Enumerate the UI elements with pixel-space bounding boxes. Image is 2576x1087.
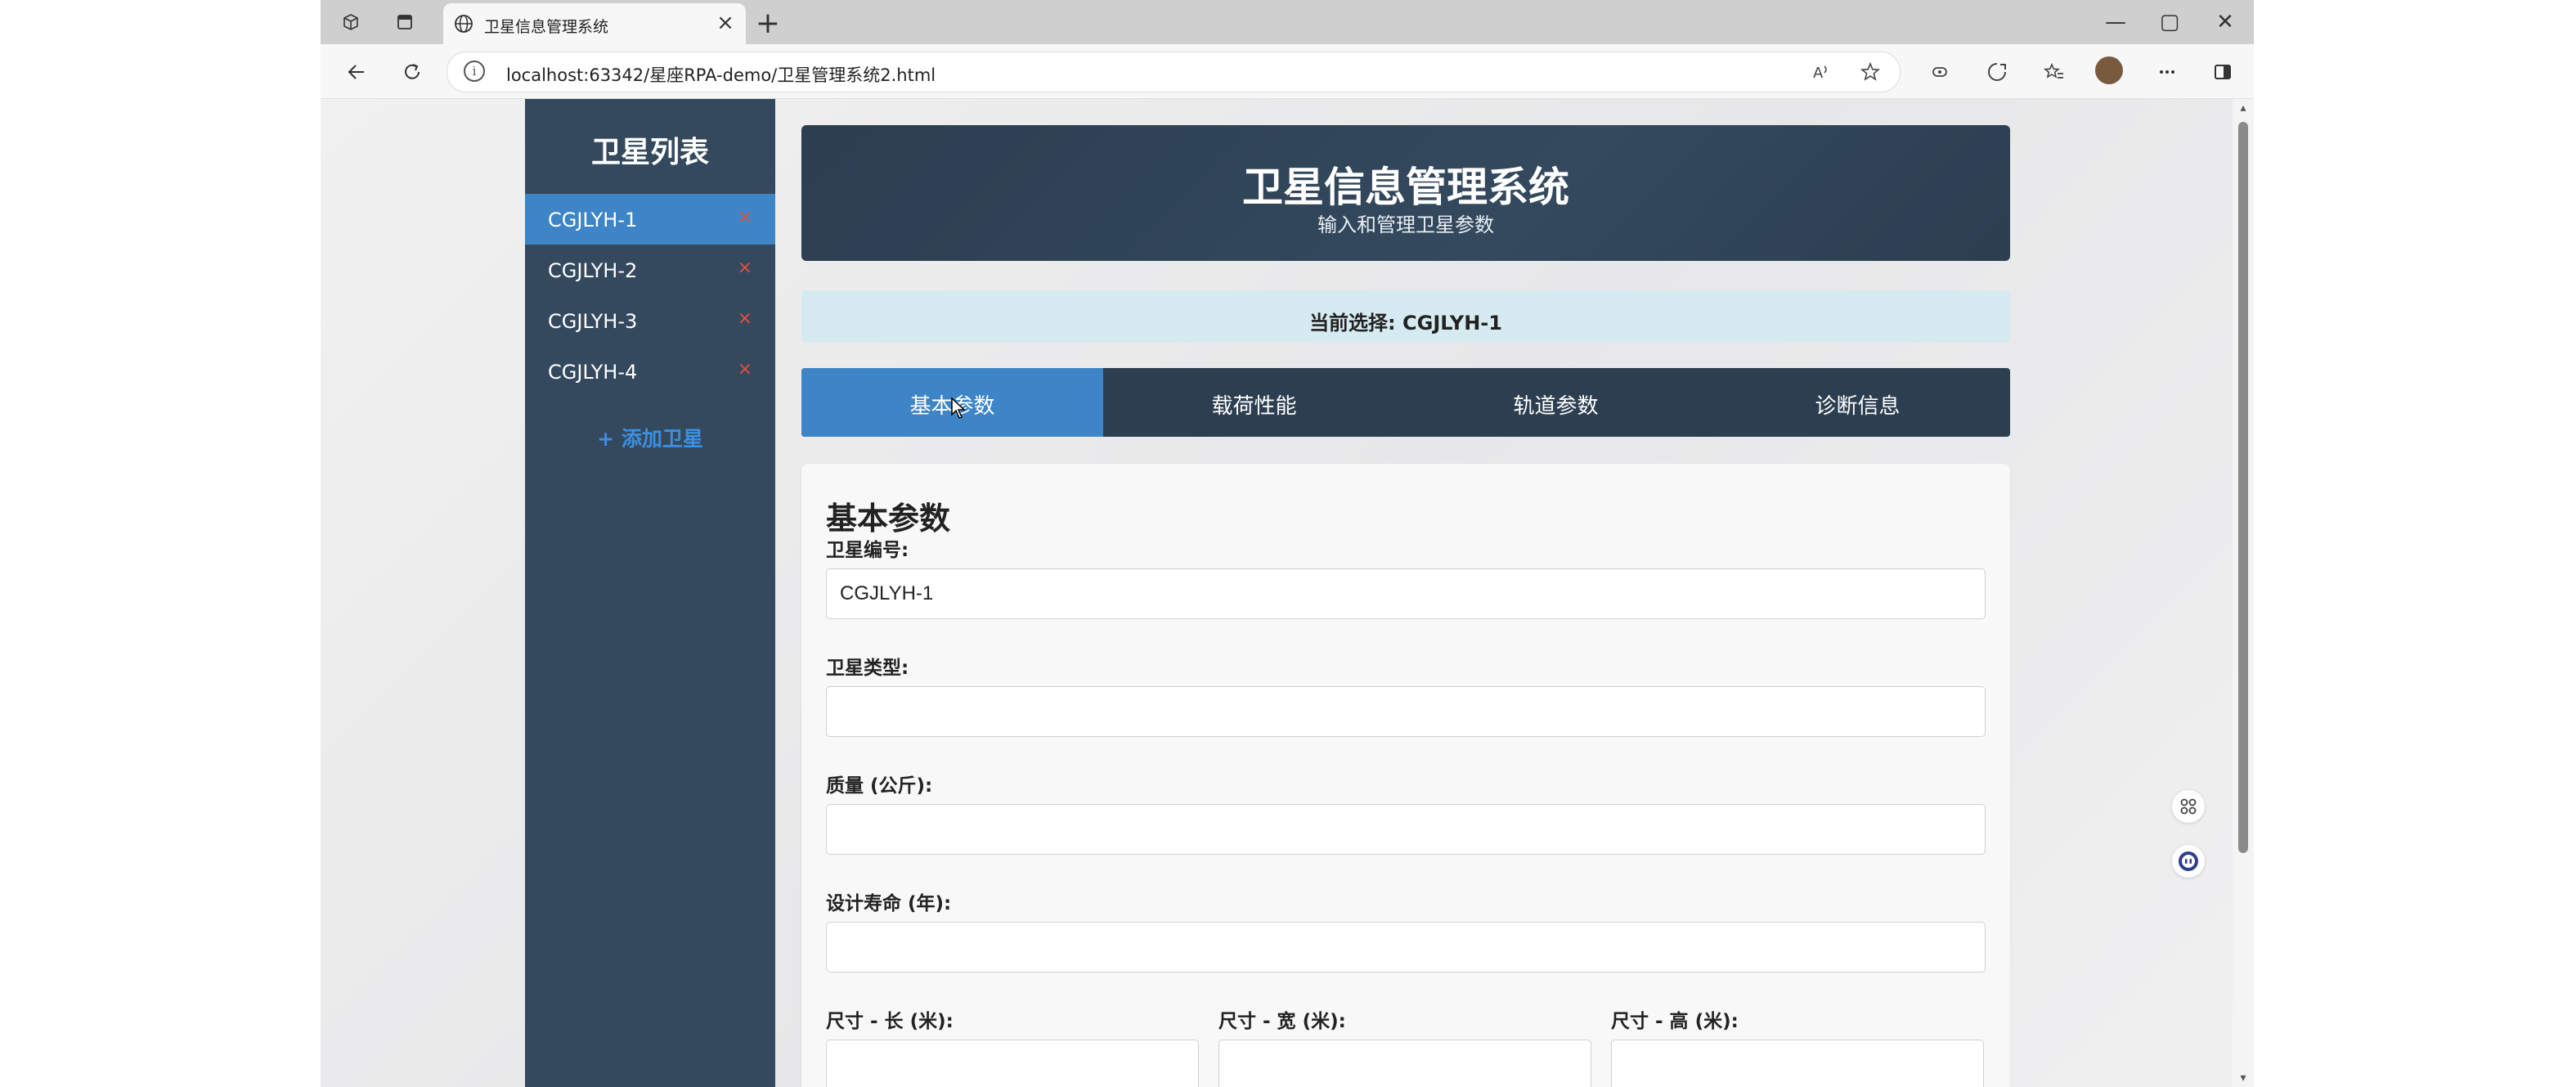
workspaces-icon[interactable] — [337, 8, 365, 36]
satellite-id-input[interactable] — [826, 568, 1986, 619]
sidebar-item-cgjlyh-2[interactable]: CGJLYH-2 × — [525, 245, 775, 295]
url-text[interactable]: localhost:63342/星座RPA-demo/卫星管理系统2.html — [506, 62, 936, 87]
browser-essentials-icon[interactable] — [1979, 54, 2015, 90]
length-input[interactable] — [826, 1040, 1199, 1087]
param-tabs: 基本参数 载荷性能 轨道参数 诊断信息 — [801, 368, 2010, 437]
extension-icon[interactable] — [1922, 54, 1958, 90]
tab-strip: 卫星信息管理系统 × + — ▢ ✕ — [321, 0, 2254, 44]
close-window-button[interactable]: ✕ — [2197, 0, 2254, 44]
browser-tab[interactable]: 卫星信息管理系统 × — [443, 3, 746, 44]
tab-actions-icon[interactable] — [391, 8, 419, 36]
scroll-down-icon[interactable]: ▾ — [2237, 1072, 2249, 1084]
length-label: 尺寸 - 长 (米): — [826, 1011, 954, 1032]
svg-text:A: A — [1813, 65, 1824, 82]
height-input[interactable] — [1611, 1040, 1984, 1087]
delete-satellite-button[interactable]: × — [738, 207, 752, 227]
profile-avatar[interactable] — [2095, 56, 2123, 84]
address-bar[interactable]: i localhost:63342/星座RPA-demo/卫星管理系统2.htm… — [447, 52, 1901, 92]
sidebar-item-label: CGJLYH-4 — [548, 361, 638, 384]
tab-title: 卫星信息管理系统 — [484, 18, 609, 36]
favorites-bar-icon[interactable] — [2036, 54, 2072, 90]
mass-input[interactable] — [826, 804, 1986, 855]
satellite-type-label: 卫星类型: — [826, 658, 909, 679]
browser-toolbar: i localhost:63342/星座RPA-demo/卫星管理系统2.htm… — [321, 44, 2254, 99]
height-label: 尺寸 - 高 (米): — [1611, 1011, 1739, 1032]
page-header: 卫星信息管理系统 输入和管理卫星参数 — [801, 125, 2010, 261]
tab-orbit-params[interactable]: 轨道参数 — [1405, 368, 1707, 437]
scroll-up-icon[interactable]: ▴ — [2237, 102, 2249, 114]
sidebar-item-label: CGJLYH-1 — [548, 209, 638, 231]
assistant-icon[interactable] — [2172, 845, 2205, 878]
page-viewport: 卫星列表 CGJLYH-1 × CGJLYH-2 × CGJLYH-3 × CG… — [321, 99, 2254, 1087]
add-satellite-button[interactable]: + 添加卫星 — [525, 423, 775, 452]
width-input[interactable] — [1218, 1040, 1591, 1087]
page-subtitle: 输入和管理卫星参数 — [1317, 213, 1494, 236]
satellite-sidebar: 卫星列表 CGJLYH-1 × CGJLYH-2 × CGJLYH-3 × CG… — [525, 99, 775, 1087]
sidebar-title: 卫星列表 — [590, 136, 709, 169]
more-icon[interactable] — [2149, 54, 2185, 90]
mass-label: 质量 (公斤): — [826, 775, 933, 797]
page-scrollbar[interactable]: ▴ ▾ — [2233, 99, 2254, 1087]
panel-title: 基本参数 — [826, 501, 951, 537]
tab-payload-performance[interactable]: 载荷性能 — [1103, 368, 1405, 437]
sidebar-item-label: CGJLYH-3 — [548, 310, 638, 333]
delete-satellite-button[interactable]: × — [738, 359, 752, 380]
page-title: 卫星信息管理系统 — [1242, 164, 1569, 211]
design-life-label: 设计寿命 (年): — [826, 893, 952, 914]
mouse-cursor-icon — [950, 397, 968, 423]
refresh-icon[interactable] — [394, 54, 430, 90]
tab-label: 轨道参数 — [1513, 394, 1599, 419]
delete-satellite-button[interactable]: × — [738, 258, 752, 278]
back-icon[interactable] — [339, 54, 375, 90]
new-tab-button[interactable]: + — [750, 5, 786, 41]
minimize-button[interactable]: — — [2087, 0, 2144, 44]
tab-label: 诊断信息 — [1815, 394, 1901, 419]
scrollbar-thumb[interactable] — [2238, 122, 2248, 853]
sidebar-toggle-icon[interactable] — [2205, 54, 2241, 90]
tab-label: 载荷性能 — [1211, 394, 1297, 419]
sidebar-item-cgjlyh-3[interactable]: CGJLYH-3 × — [525, 295, 775, 346]
delete-satellite-button[interactable]: × — [738, 308, 752, 329]
sidebar-item-cgjlyh-4[interactable]: CGJLYH-4 × — [525, 346, 775, 397]
satellite-type-input[interactable] — [826, 686, 1986, 737]
satellite-id-label: 卫星编号: — [826, 540, 909, 561]
basic-params-panel: 基本参数 卫星编号: 卫星类型: 质量 (公斤): 设计寿命 (年): 尺寸 -… — [801, 464, 2010, 1087]
close-tab-button[interactable]: × — [713, 10, 738, 36]
favorite-icon[interactable] — [1854, 56, 1887, 88]
design-life-input[interactable] — [826, 922, 1986, 972]
current-selection-text: 当前选择: CGJLYH-1 — [1309, 312, 1502, 335]
sidebar-item-label: CGJLYH-2 — [548, 259, 638, 282]
globe-icon — [453, 13, 474, 34]
grid-tool-icon[interactable] — [2172, 790, 2205, 823]
width-label: 尺寸 - 宽 (米): — [1218, 1011, 1346, 1032]
current-selection-bar: 当前选择: CGJLYH-1 — [801, 290, 2010, 343]
browser-window: 卫星信息管理系统 × + — ▢ ✕ i localhost:63342/星座R… — [321, 0, 2254, 1087]
info-icon[interactable]: i — [464, 61, 485, 82]
sidebar-item-cgjlyh-1[interactable]: CGJLYH-1 × — [525, 194, 775, 245]
maximize-button[interactable]: ▢ — [2141, 0, 2198, 44]
read-aloud-icon[interactable]: A — [1805, 56, 1838, 88]
tab-diagnostics[interactable]: 诊断信息 — [1707, 368, 2008, 437]
